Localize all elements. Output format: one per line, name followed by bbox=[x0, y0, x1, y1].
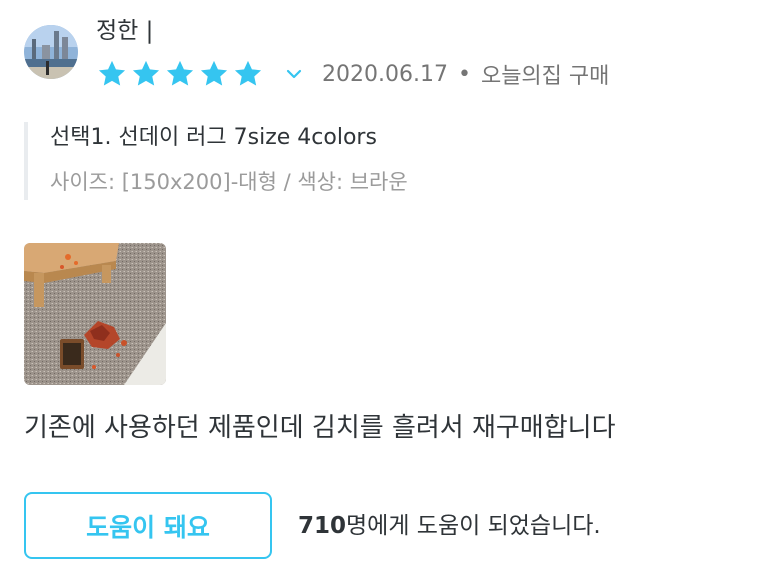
purchased-option: 선택1. 선데이 러그 7size 4colors 사이즈: [150x200]… bbox=[24, 122, 408, 200]
star-icon bbox=[234, 60, 262, 86]
review-date: 2020.06.17 bbox=[322, 61, 448, 87]
profile-photo-icon bbox=[24, 25, 78, 79]
helpful-count: 710 bbox=[298, 513, 347, 539]
option-name: 선택1. 선데이 러그 7size 4colors bbox=[50, 125, 377, 150]
star-rating bbox=[96, 58, 266, 90]
user-avatar[interactable] bbox=[24, 25, 78, 79]
review-photo[interactable] bbox=[24, 243, 166, 385]
helpful-button[interactable]: 도움이 돼요 bbox=[24, 492, 272, 559]
helpful-count-text: 710명에게 도움이 되었습니다. bbox=[298, 508, 601, 544]
rating-row: 2020.06.17 • 오늘의집 구매 bbox=[96, 56, 609, 92]
reviewer-name: 정한 | bbox=[96, 18, 154, 44]
chevron-down-icon[interactable] bbox=[284, 64, 304, 84]
option-detail: 사이즈: [150x200]-대형 / 색상: 브라운 bbox=[50, 170, 408, 194]
star-icon bbox=[132, 60, 160, 86]
star-icon bbox=[166, 60, 194, 86]
purchase-source: 오늘의집 구매 bbox=[480, 64, 610, 89]
star-icon bbox=[98, 60, 126, 86]
review-photo-icon bbox=[24, 243, 166, 385]
meta-separator: • bbox=[457, 61, 471, 87]
star-icon bbox=[200, 60, 228, 86]
helpful-count-suffix: 명에게 도움이 되었습니다. bbox=[346, 513, 601, 539]
review-text: 기존에 사용하던 제품인데 김치를 흘려서 재구매합니다 bbox=[24, 413, 616, 443]
